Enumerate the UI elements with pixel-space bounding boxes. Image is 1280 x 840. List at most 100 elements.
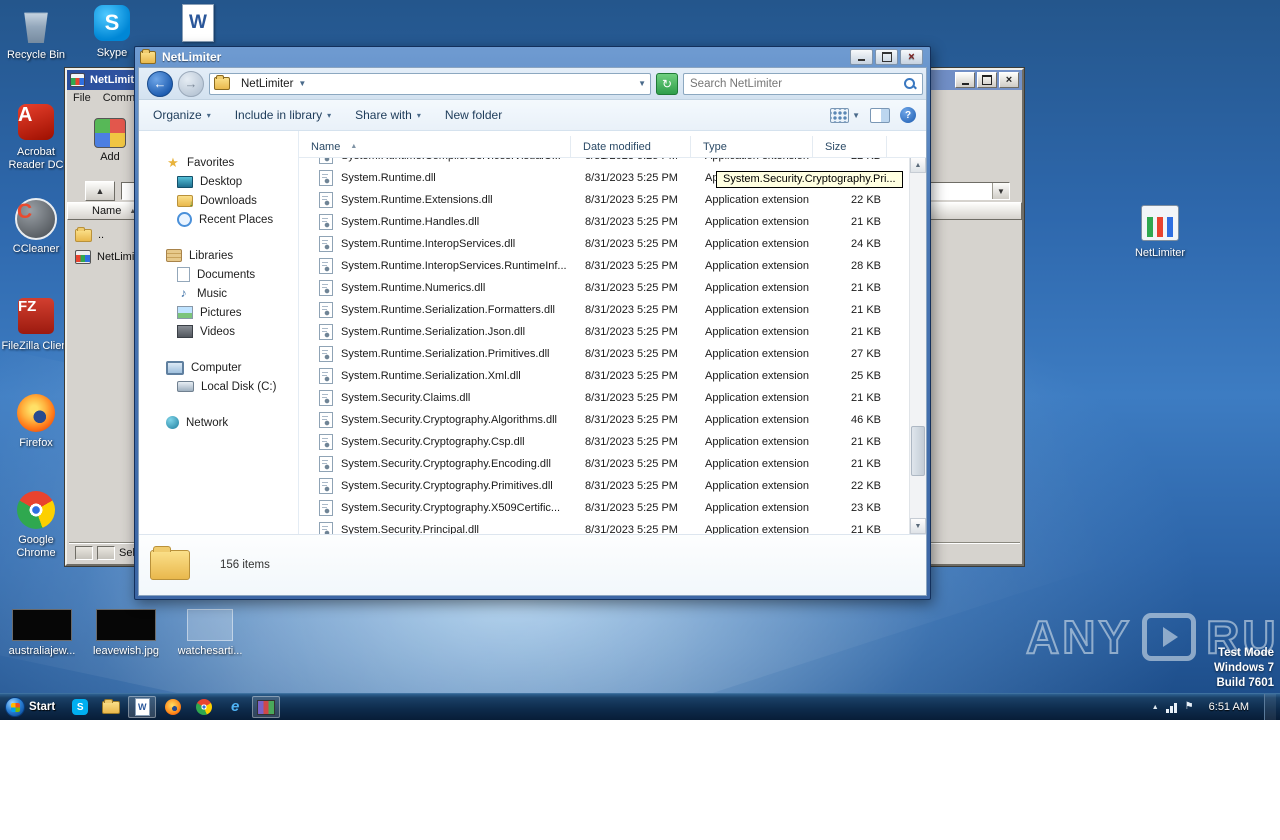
address-bar[interactable]: NetLimiter ▼ ▼ xyxy=(209,73,651,95)
file-row[interactable]: System.Runtime.InteropServices.RuntimeIn… xyxy=(299,255,909,277)
file-row[interactable]: System.Runtime.Serialization.Primitives.… xyxy=(299,343,909,365)
sidebar-item[interactable]: Documents xyxy=(139,265,298,284)
desktop-icon[interactable]: CCleaner xyxy=(0,198,72,295)
image-thumbnail xyxy=(187,609,233,641)
file-row[interactable]: System.Runtime.Serialization.Json.dll 8/… xyxy=(299,321,909,343)
file-row[interactable]: System.Security.Claims.dll 8/31/2023 5:2… xyxy=(299,387,909,409)
desktop-icon[interactable]: FileZilla Client xyxy=(0,295,72,392)
sidebar-item-libraries[interactable]: Libraries xyxy=(139,246,298,265)
chevron-down-icon[interactable]: ▼ xyxy=(298,79,306,88)
close-button[interactable]: × xyxy=(999,72,1019,88)
action-center-flag-icon[interactable]: ⚑ xyxy=(1185,702,1194,712)
dll-file-icon xyxy=(319,346,333,362)
file-row[interactable]: System.Security.Cryptography.Primitives.… xyxy=(299,475,909,497)
file-type: Application extension xyxy=(693,370,815,382)
file-row[interactable]: System.Runtime.Numerics.dll 8/31/2023 5:… xyxy=(299,277,909,299)
desktop-icon-netlimiter[interactable]: NetLimiter xyxy=(1124,202,1196,299)
chevron-down-icon[interactable]: ▼ xyxy=(992,183,1009,199)
maximize-button[interactable] xyxy=(875,49,898,65)
sidebar-item-network[interactable]: Network xyxy=(139,413,298,432)
minimize-button[interactable] xyxy=(850,49,873,65)
desktop-icon[interactable]: australiajew... xyxy=(6,608,78,658)
taskbar-app-icon xyxy=(165,699,181,715)
network-icon[interactable] xyxy=(1166,702,1178,713)
sidebar-item[interactable]: Recent Places xyxy=(139,210,298,229)
file-size: 21 KB xyxy=(815,392,889,404)
taskbar-app-button[interactable] xyxy=(128,696,156,718)
help-button[interactable]: ? xyxy=(900,107,916,123)
sidebar-item[interactable]: Local Disk (C:) xyxy=(139,377,298,396)
scroll-up-button[interactable]: ▲ xyxy=(910,157,926,173)
command-bar-item[interactable]: New folder xyxy=(445,108,507,122)
change-view-button[interactable]: ▼ xyxy=(830,108,860,123)
forward-button[interactable]: → xyxy=(178,71,204,97)
show-hidden-icons-icon[interactable]: ▲ xyxy=(1152,704,1159,711)
scrollbar-track[interactable] xyxy=(910,173,926,518)
clock[interactable]: 6:51 AM xyxy=(1201,701,1257,713)
maximize-button[interactable] xyxy=(977,72,997,88)
column-header-date-modified[interactable]: Date modified xyxy=(571,136,691,157)
navigation-pane: Favorites Desktop Downloads xyxy=(139,131,299,534)
column-header-size[interactable]: Size xyxy=(813,136,887,157)
close-button[interactable]: × xyxy=(900,49,923,65)
show-desktop-button[interactable] xyxy=(1264,694,1276,720)
command-bar-item[interactable]: Organize ▾ xyxy=(153,108,211,122)
minimize-button[interactable] xyxy=(955,72,975,88)
address-history-chevron-icon[interactable]: ▼ xyxy=(638,79,646,88)
command-bar-item[interactable]: Include in library ▾ xyxy=(235,108,331,122)
sidebar-item-computer[interactable]: Computer xyxy=(139,358,298,377)
desktop-icon[interactable]: Recycle Bin xyxy=(0,4,72,101)
taskbar-app-button[interactable] xyxy=(159,696,187,718)
desktop-icon[interactable]: leavewish.jpg xyxy=(90,608,162,658)
sidebar-item[interactable]: Videos xyxy=(139,322,298,341)
sidebar-item-favorites[interactable]: Favorites xyxy=(139,153,298,172)
search-box[interactable] xyxy=(683,73,923,95)
desktop-icon[interactable]: Firefox xyxy=(0,392,72,489)
file-row[interactable]: System.Security.Cryptography.Csp.dll 8/3… xyxy=(299,431,909,453)
file-row[interactable]: System.Security.Cryptography.Encoding.dl… xyxy=(299,453,909,475)
menu-item[interactable]: File xyxy=(73,92,91,104)
sidebar-item[interactable]: Desktop xyxy=(139,172,298,191)
column-header-type[interactable]: Type xyxy=(691,136,813,157)
search-input[interactable] xyxy=(684,78,902,90)
back-button[interactable]: ← xyxy=(147,71,173,97)
taskbar-app-button[interactable] xyxy=(66,696,94,718)
dll-file-icon xyxy=(319,522,333,534)
file-type: Application extension xyxy=(693,480,815,492)
preview-pane-button[interactable] xyxy=(870,108,890,123)
sidebar-item[interactable]: Downloads xyxy=(139,191,298,210)
taskbar-app-button[interactable] xyxy=(221,696,249,718)
taskbar-app-button[interactable] xyxy=(97,696,125,718)
breadcrumb[interactable]: NetLimiter xyxy=(241,78,293,90)
file-row[interactable]: System.Runtime.Handles.dll 8/31/2023 5:2… xyxy=(299,211,909,233)
desktop-icon[interactable]: Google Chrome xyxy=(0,489,72,586)
file-row[interactable]: System.Runtime.Serialization.Xml.dll 8/3… xyxy=(299,365,909,387)
column-header-name[interactable]: Name ▲ xyxy=(299,136,571,157)
explorer-window[interactable]: NetLimiter × ← → NetLimiter ▼ ▼ ↻ xyxy=(134,46,931,600)
add-button[interactable]: Add xyxy=(85,110,135,170)
desktop-icon[interactable]: Acrobat Reader DC xyxy=(0,101,72,198)
file-row[interactable]: System.Runtime.InteropServices.dll 8/31/… xyxy=(299,233,909,255)
up-directory-button[interactable]: ▲ xyxy=(85,181,115,201)
scroll-down-button[interactable]: ▼ xyxy=(910,518,926,534)
sidebar-item[interactable]: Music xyxy=(139,284,298,303)
file-row[interactable]: System.Security.Principal.dll 8/31/2023 … xyxy=(299,519,909,534)
command-bar-item[interactable]: Share with ▾ xyxy=(355,108,421,122)
refresh-button[interactable]: ↻ xyxy=(656,73,678,95)
file-date-modified: 8/31/2023 5:25 PM xyxy=(573,436,693,448)
scrollbar-thumb[interactable] xyxy=(911,426,925,476)
desktop-icon[interactable]: watchesarti... xyxy=(174,608,246,658)
file-row[interactable]: System.Security.Cryptography.Algorithms.… xyxy=(299,409,909,431)
start-button[interactable]: Start xyxy=(0,694,62,720)
file-row[interactable]: System.Security.Cryptography.X509Certifi… xyxy=(299,497,909,519)
dll-file-icon xyxy=(319,390,333,406)
vertical-scrollbar[interactable]: ▲ ▼ xyxy=(909,157,926,534)
file-row[interactable]: System.Runtime.Extensions.dll 8/31/2023 … xyxy=(299,189,909,211)
file-row[interactable]: System.Runtime.Serialization.Formatters.… xyxy=(299,299,909,321)
taskbar-app-button[interactable] xyxy=(252,696,280,718)
sidebar-item[interactable]: Pictures xyxy=(139,303,298,322)
taskbar-app-button[interactable] xyxy=(190,696,218,718)
search-icon[interactable] xyxy=(902,76,918,92)
file-row[interactable]: System.Runtime.CompilerServices.VisualC.… xyxy=(299,157,909,167)
explorer-titlebar[interactable]: NetLimiter × xyxy=(138,47,927,67)
